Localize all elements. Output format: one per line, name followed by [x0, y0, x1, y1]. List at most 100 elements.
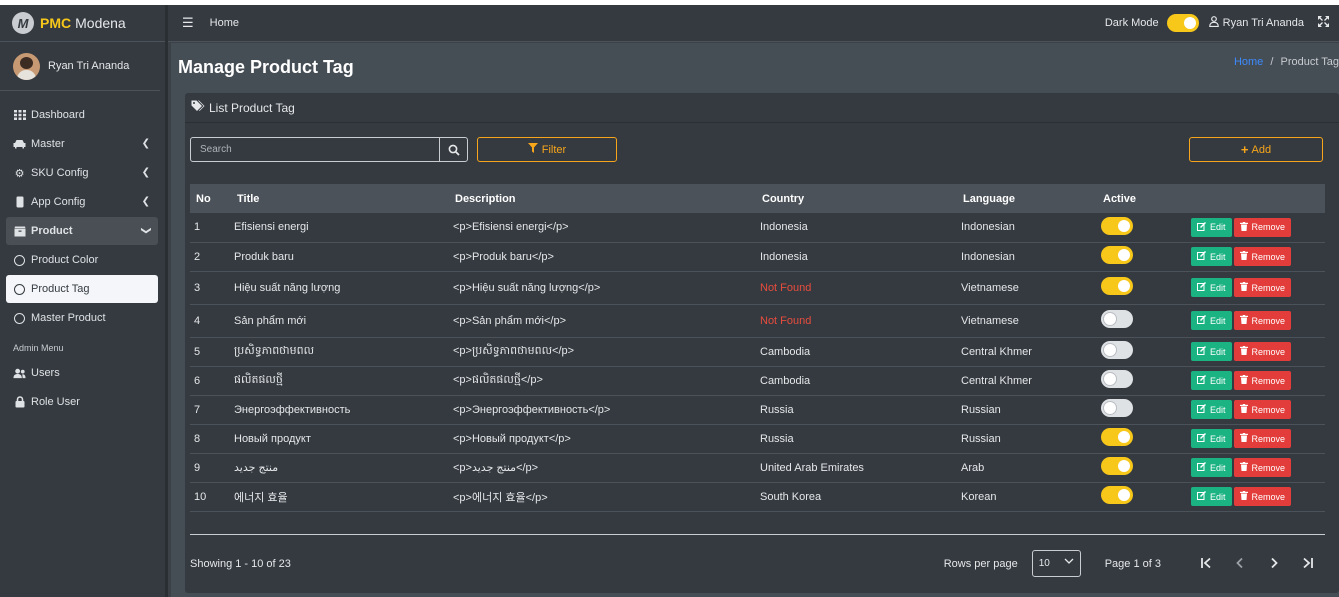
- cell-active: [1097, 366, 1187, 395]
- active-toggle[interactable]: [1101, 457, 1133, 475]
- active-toggle[interactable]: [1101, 246, 1133, 264]
- active-toggle[interactable]: [1101, 216, 1133, 235]
- trash-icon: [1239, 251, 1248, 262]
- prev-page-icon[interactable]: [1223, 556, 1257, 572]
- cell-title: Sản phẩm mới: [234, 314, 307, 327]
- cell-language: Indonesian: [961, 221, 1015, 234]
- card-header: List Product Tag: [185, 93, 1339, 123]
- header-country[interactable]: Country: [756, 184, 957, 213]
- brand[interactable]: M PMC Modena: [0, 5, 165, 42]
- cell-actions: Edit Remove: [1187, 242, 1325, 271]
- breadcrumb: Home / Product Tag: [1234, 56, 1339, 68]
- next-page-icon[interactable]: [1257, 556, 1291, 572]
- cell-actions: Edit Remove: [1187, 213, 1325, 242]
- sidebar-item-app-config[interactable]: App Config ❮: [6, 188, 158, 216]
- edit-button[interactable]: Edit: [1191, 487, 1232, 506]
- header-no[interactable]: No: [190, 184, 230, 213]
- active-toggle[interactable]: [1101, 370, 1133, 388]
- last-page-icon[interactable]: [1291, 556, 1325, 572]
- sidebar-item-product-tag[interactable]: Product Tag: [6, 275, 158, 303]
- active-toggle[interactable]: [1101, 399, 1133, 417]
- cell-description: <p>Энергоэффективность</p>: [453, 403, 611, 416]
- edit-icon: [1197, 346, 1206, 357]
- edit-button[interactable]: Edit: [1191, 311, 1232, 330]
- cell-title: منتج جديد: [234, 462, 279, 474]
- edit-button[interactable]: Edit: [1191, 342, 1232, 361]
- cell-country: Indonesia: [760, 250, 808, 263]
- search-input[interactable]: [191, 144, 439, 155]
- sidebar-item-dashboard[interactable]: Dashboard: [6, 101, 158, 129]
- cell-country: United Arab Emirates: [760, 461, 864, 474]
- header-language[interactable]: Language: [957, 184, 1097, 213]
- active-toggle[interactable]: [1101, 277, 1133, 295]
- dark-mode-toggle[interactable]: [1166, 14, 1199, 32]
- remove-button[interactable]: Remove: [1233, 371, 1292, 390]
- search-button[interactable]: [439, 137, 467, 162]
- remove-button[interactable]: Remove: [1233, 487, 1292, 506]
- active-toggle[interactable]: [1101, 310, 1133, 328]
- rows-per-page-select[interactable]: 10: [1031, 550, 1081, 577]
- header-active[interactable]: Active: [1097, 184, 1187, 213]
- cell-language: Arab: [961, 461, 985, 474]
- active-toggle[interactable]: [1101, 428, 1133, 446]
- table-row: 5 ប្រសិទ្ធភាពថាមពល <p>ប្រសិទ្ធភាពថាមពល</p>…: [190, 337, 1325, 366]
- remove-button[interactable]: Remove: [1233, 217, 1292, 237]
- header-title[interactable]: Title: [230, 184, 449, 213]
- cell-description: <p>Efisiensi energi</p>: [453, 221, 569, 234]
- edit-icon: [1197, 462, 1206, 473]
- active-toggle[interactable]: [1101, 486, 1133, 504]
- remove-button[interactable]: Remove: [1233, 247, 1292, 266]
- sidebar-item-sku-config[interactable]: ⚙ SKU Config ❮: [6, 159, 158, 187]
- chevron-left-icon: ❮: [141, 167, 150, 178]
- cell-actions: Edit Remove: [1187, 337, 1325, 366]
- add-label: Add: [1251, 143, 1272, 156]
- cell-active: [1097, 242, 1187, 271]
- filter-icon: [527, 143, 538, 156]
- edit-button[interactable]: Edit: [1191, 217, 1232, 237]
- sidebar-item-product[interactable]: Product ❮: [6, 217, 158, 245]
- cell-description: <p>ផលិតផលថ្មី</p>: [453, 373, 543, 386]
- edit-button[interactable]: Edit: [1191, 400, 1232, 419]
- active-toggle[interactable]: [1101, 341, 1133, 359]
- topbar-user[interactable]: Ryan Tri Ananda: [1208, 16, 1304, 30]
- remove-button[interactable]: Remove: [1233, 278, 1292, 297]
- brand-pmc: PMC: [40, 15, 72, 31]
- remove-button[interactable]: Remove: [1233, 311, 1292, 330]
- hamburger-menu-icon[interactable]: ☰: [182, 15, 194, 31]
- remove-button[interactable]: Remove: [1233, 342, 1292, 361]
- topbar-home-link[interactable]: Home: [210, 17, 239, 29]
- table-body: 1 Efisiensi energi <p>Efisiensi energi</p>…: [190, 213, 1325, 511]
- sidebar-item-product-color[interactable]: Product Color: [6, 246, 158, 274]
- add-button[interactable]: + Add: [1189, 137, 1323, 162]
- sidebar-item-master-product[interactable]: Master Product: [6, 304, 158, 332]
- filter-label: Filter: [541, 143, 567, 156]
- remove-button[interactable]: Remove: [1233, 458, 1292, 477]
- user-panel[interactable]: Ryan Tri Ananda: [0, 42, 160, 91]
- sidebar-item-role-user[interactable]: Role User: [6, 388, 158, 416]
- breadcrumb-home-link[interactable]: Home: [1234, 56, 1263, 68]
- sidebar-item-label: Role User: [31, 396, 80, 408]
- header-description[interactable]: Description: [449, 184, 756, 213]
- first-page-icon[interactable]: [1189, 556, 1223, 572]
- sidebar-item-label: App Config: [31, 196, 86, 208]
- edit-button[interactable]: Edit: [1191, 247, 1232, 266]
- cell-language: Central Khmer: [961, 374, 1032, 387]
- edit-button[interactable]: Edit: [1191, 278, 1232, 297]
- remove-button[interactable]: Remove: [1233, 429, 1292, 448]
- sidebar-item-users[interactable]: Users: [6, 359, 158, 387]
- remove-button[interactable]: Remove: [1233, 400, 1292, 419]
- edit-button[interactable]: Edit: [1191, 458, 1232, 477]
- edit-button[interactable]: Edit: [1191, 429, 1232, 448]
- edit-icon: [1197, 315, 1206, 326]
- brand-name: Modena: [75, 15, 126, 31]
- sidebar-item-master[interactable]: Master ❮: [6, 130, 158, 158]
- cell-language: Vietnamese: [961, 281, 1019, 294]
- edit-button[interactable]: Edit: [1191, 371, 1232, 390]
- trash-icon: [1239, 282, 1248, 293]
- edit-label: Edit: [1210, 282, 1226, 293]
- filter-button[interactable]: Filter: [477, 137, 617, 162]
- trash-icon: [1239, 221, 1248, 233]
- remove-label: Remove: [1251, 433, 1286, 444]
- fullscreen-icon[interactable]: [1318, 16, 1329, 30]
- cell-country: Not Found: [760, 314, 812, 327]
